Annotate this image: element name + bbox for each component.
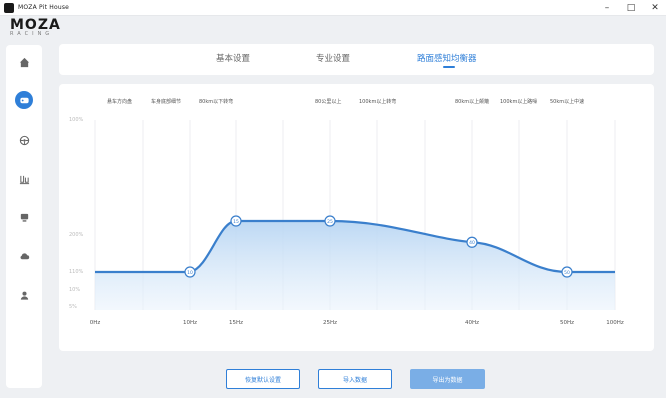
y-tick-label: 5% — [69, 304, 77, 310]
title-bar: MOZA Pit House – □ ✕ — [0, 0, 666, 16]
restore-defaults-button[interactable]: 恢复默认设置 — [226, 369, 300, 389]
window-title: MOZA Pit House — [18, 4, 70, 11]
wheelbase-icon — [19, 97, 29, 103]
annotation-label: 80公里以上 — [315, 98, 341, 105]
equalizer-handle-label: 40 — [469, 240, 475, 246]
equalizer-chart-card: 100% 200% 110% 10% 5% 悬车方向盘 车身底部细节 80km以下转弯 80公… — [59, 84, 654, 351]
equalizer-handle-label: 50 — [564, 270, 570, 276]
tab-basic-settings[interactable]: 基本设置 — [216, 52, 250, 64]
annotation-label: 80km以下转弯 — [199, 98, 233, 105]
annotation-label: 100km以上路噪 — [500, 98, 537, 105]
maximize-button[interactable]: □ — [626, 2, 636, 14]
minimize-button[interactable]: – — [602, 2, 612, 14]
user-icon — [20, 291, 28, 300]
annotation-label: 悬车方向盘 — [107, 98, 132, 105]
cloud-icon — [19, 252, 29, 259]
tab-road-equalizer[interactable]: 路面感知均衡器 — [417, 52, 477, 64]
annotation-label: 50km以上中速 — [550, 98, 584, 105]
x-tick-label: 100Hz — [606, 320, 624, 326]
sidebar-item-steering-wheel[interactable] — [15, 131, 33, 149]
y-tick-label: 110% — [69, 269, 84, 275]
annotation-label: 80km以上颠簸 — [455, 98, 489, 105]
sidebar-item-cloud[interactable] — [15, 247, 33, 265]
dashboard-icon — [20, 213, 28, 222]
annotation-label: 100km以上转弯 — [359, 98, 396, 105]
equalizer-handle-label: 25 — [327, 219, 333, 225]
sidebar-item-pedals[interactable] — [15, 170, 33, 188]
x-tick-label: 40Hz — [465, 320, 479, 326]
equalizer-handle-label: 15 — [233, 219, 239, 225]
sidebar — [6, 45, 42, 388]
equalizer-chart: 100% 200% 110% 10% 5% 悬车方向盘 车身底部细节 80km以下转弯 80公… — [69, 98, 624, 326]
tab-pro-settings[interactable]: 专业设置 — [316, 52, 350, 64]
export-data-button[interactable]: 导出为数据 — [410, 369, 485, 389]
y-tick-label: 200% — [69, 232, 84, 238]
home-icon — [19, 57, 29, 67]
x-tick-label: 50Hz — [560, 320, 574, 326]
sidebar-item-dashboard[interactable] — [15, 208, 33, 226]
x-tick-label: 15Hz — [229, 320, 243, 326]
steering-wheel-icon — [19, 135, 29, 145]
pedals-icon — [19, 175, 29, 184]
sidebar-item-user[interactable] — [15, 286, 33, 304]
y-tick-label: 10% — [69, 287, 80, 293]
sidebar-item-wheelbase[interactable] — [15, 91, 33, 109]
import-data-button[interactable]: 导入数据 — [318, 369, 392, 389]
x-tick-label: 0Hz — [90, 320, 101, 326]
sidebar-item-home[interactable] — [15, 53, 33, 71]
equalizer-handle-label: 10 — [187, 270, 193, 276]
close-button[interactable]: ✕ — [650, 2, 660, 14]
x-tick-label: 25Hz — [323, 320, 337, 326]
tab-bar: 基本设置 专业设置 路面感知均衡器 — [59, 44, 654, 75]
x-tick-label: 10Hz — [183, 320, 197, 326]
y-tick-label: 100% — [69, 117, 84, 123]
active-tab-indicator — [443, 66, 455, 68]
app-icon — [4, 2, 14, 13]
annotation-label: 车身底部细节 — [151, 98, 181, 105]
logo-sub-text: RACING — [10, 31, 54, 37]
logo: MOZA RACING — [10, 17, 90, 43]
